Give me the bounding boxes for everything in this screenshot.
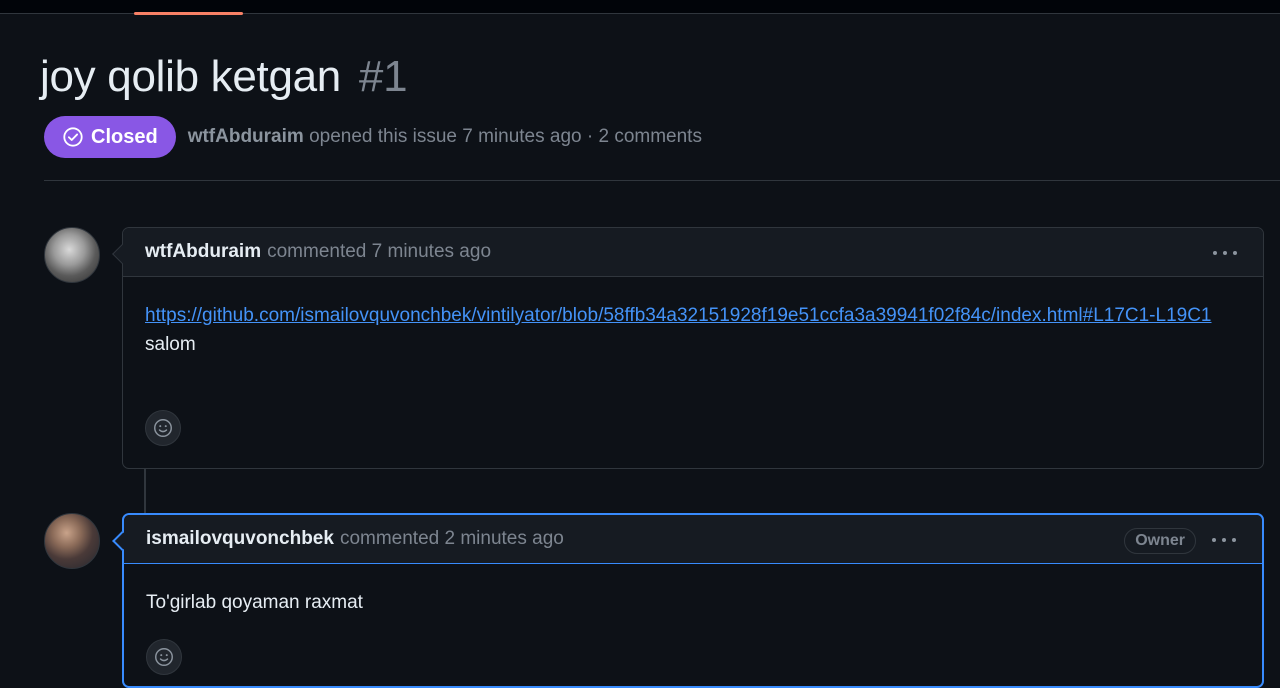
avatar[interactable] xyxy=(44,513,100,569)
status-badge: Closed xyxy=(44,116,176,158)
comment-author-link[interactable]: ismailovquvonchbek xyxy=(146,528,334,550)
comment-card: wtfAbduraim commented 7 minutes ago http… xyxy=(112,227,1264,469)
smiley-icon xyxy=(154,419,172,437)
issue-title: joy qolib ketgan #1 xyxy=(40,52,408,102)
header-divider xyxy=(44,180,1280,181)
check-circle-icon xyxy=(63,127,83,147)
comment-text: To'girlab qoyaman raxmat xyxy=(146,592,363,613)
kebab-menu-icon[interactable] xyxy=(1212,528,1236,552)
comment-body: https://github.com/ismailovquvonchbek/vi… xyxy=(123,277,1263,359)
owner-badge: Owner xyxy=(1124,528,1196,554)
comment-text: salom xyxy=(145,334,196,355)
add-reaction-button[interactable] xyxy=(145,410,181,446)
issue-opened-text: opened this issue 7 minutes ago · 2 comm… xyxy=(309,126,702,147)
comment-card: ismailovquvonchbek commented 2 minutes a… xyxy=(112,513,1264,688)
avatar[interactable] xyxy=(44,227,100,283)
add-reaction-button[interactable] xyxy=(146,639,182,675)
comment-author-link[interactable]: wtfAbduraim xyxy=(145,241,261,263)
issue-meta-text: wtfAbduraim opened this issue 7 minutes … xyxy=(188,126,702,148)
comment-timestamp[interactable]: commented 2 minutes ago xyxy=(340,528,564,550)
kebab-menu-icon[interactable] xyxy=(1213,241,1237,265)
issue-number: #1 xyxy=(358,52,408,101)
comment-link[interactable]: https://github.com/ismailovquvonchbek/vi… xyxy=(145,305,1212,326)
smiley-icon xyxy=(155,648,173,666)
active-tab-indicator xyxy=(134,12,243,15)
top-nav-bar xyxy=(0,0,1280,15)
comment-header: wtfAbduraim commented 7 minutes ago xyxy=(123,228,1263,277)
comment-header: ismailovquvonchbek commented 2 minutes a… xyxy=(124,515,1262,564)
issue-meta: Closed wtfAbduraim opened this issue 7 m… xyxy=(44,116,702,158)
comment-timestamp[interactable]: commented 7 minutes ago xyxy=(267,241,491,263)
comment-body: To'girlab qoyaman raxmat xyxy=(124,564,1262,617)
status-badge-label: Closed xyxy=(91,125,158,148)
timeline-connector xyxy=(144,468,146,514)
issue-author-link[interactable]: wtfAbduraim xyxy=(188,126,304,147)
issue-title-text: joy qolib ketgan xyxy=(40,52,341,101)
